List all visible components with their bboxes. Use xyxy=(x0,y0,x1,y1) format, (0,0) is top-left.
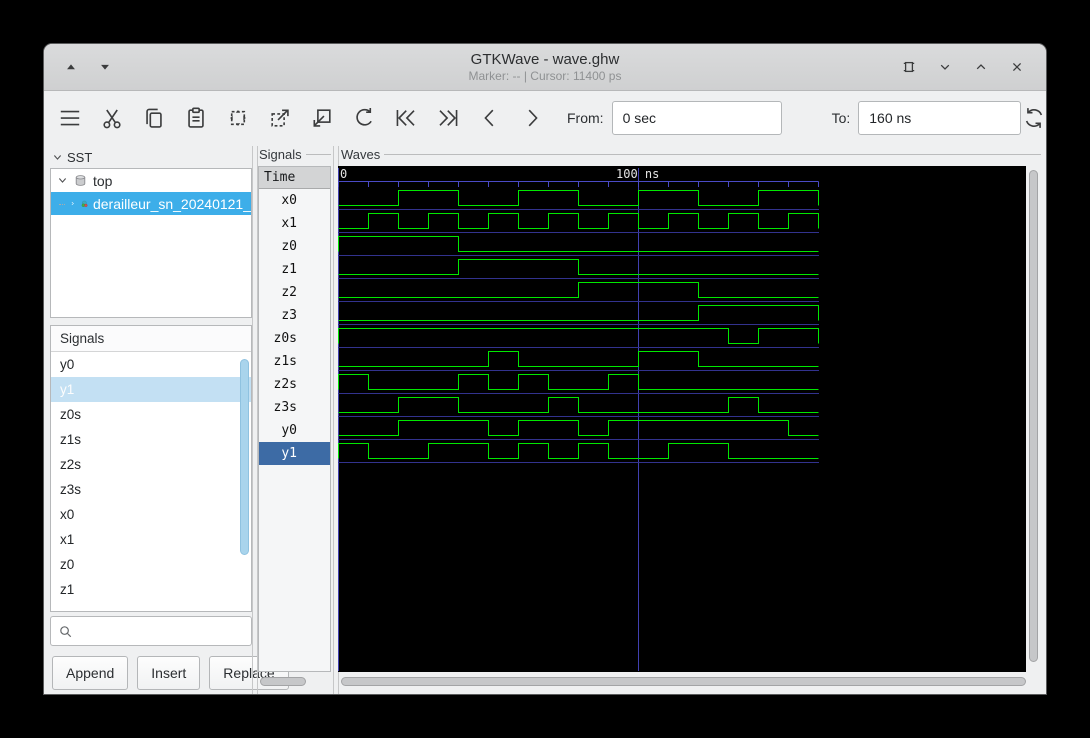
signal-list-header: Signals xyxy=(51,326,251,352)
search-input[interactable] xyxy=(78,622,251,640)
list-item-z2s[interactable]: z2s xyxy=(51,452,251,477)
shade-up-icon[interactable] xyxy=(60,56,82,78)
list-item-z1[interactable]: z1 xyxy=(51,577,251,602)
waveform-trace-z0s xyxy=(337,327,820,345)
signal-list-scrollbar[interactable] xyxy=(240,359,249,555)
fast-left-icon[interactable] xyxy=(393,104,419,132)
wave-signal-row-z3[interactable]: z3 xyxy=(259,304,330,327)
signal-search-box xyxy=(50,616,252,646)
list-item-y0[interactable]: y0 xyxy=(51,352,251,377)
timescale-label: 100 ns xyxy=(616,167,659,181)
maximize-icon[interactable] xyxy=(970,56,992,78)
zoom-undo-icon[interactable] xyxy=(351,104,377,132)
waveform-trace-z1 xyxy=(338,258,819,276)
list-item-y1[interactable]: y1 xyxy=(51,377,251,402)
timescale-label: 0 xyxy=(340,167,347,181)
cut-icon[interactable] xyxy=(99,104,125,132)
list-item-z0s[interactable]: z0s xyxy=(51,402,251,427)
wave-signal-row-z2s[interactable]: z2s xyxy=(259,373,330,396)
wave-signal-names: Time x0 x1 z0 z1 z2 z3 z0s z1s z2s z3s y0 y1 xyxy=(258,166,331,672)
chevron-down-icon[interactable] xyxy=(57,175,68,186)
to-input[interactable] xyxy=(858,101,1022,135)
copy-icon[interactable] xyxy=(141,104,167,132)
tree-row-derailleur[interactable]: derailleur_sn_20240121_ xyxy=(51,192,251,215)
waveform-trace-x0 xyxy=(338,189,820,207)
waves-vscrollbar[interactable] xyxy=(1028,168,1039,668)
tree-connector xyxy=(59,203,66,205)
wave-signal-row-x1[interactable]: x1 xyxy=(259,212,330,235)
waveform-trace-z2 xyxy=(338,281,819,299)
waveform-canvas[interactable]: 0 100 ns xyxy=(337,166,1026,672)
append-button[interactable]: Append xyxy=(52,656,129,690)
paste-icon[interactable] xyxy=(183,104,209,132)
list-item-x0[interactable]: x0 xyxy=(51,502,251,527)
waveform-trace-z2s xyxy=(337,373,819,391)
waveform-trace-z3 xyxy=(338,304,820,322)
waves-frame-label: Waves xyxy=(341,147,1041,162)
waveform-trace-y1 xyxy=(337,442,819,460)
waves-hscrollbar[interactable] xyxy=(341,676,1026,687)
to-label: To: xyxy=(831,110,851,126)
database-icon xyxy=(75,175,86,186)
wave-signal-row-y1[interactable]: y1 xyxy=(259,442,330,465)
zoom-fit-icon[interactable] xyxy=(225,104,251,132)
sst-expander[interactable]: SST xyxy=(52,150,92,165)
component-icon xyxy=(81,200,88,207)
signals-frame-label: Signals xyxy=(259,147,331,162)
shade-down-icon[interactable] xyxy=(94,56,116,78)
waveform-trace-z0 xyxy=(337,235,819,253)
left-icon[interactable] xyxy=(477,104,503,132)
marker-cursor-status: Marker: -- | Cursor: 11400 ps xyxy=(468,69,622,83)
waveform-trace-y0 xyxy=(338,419,819,437)
waveform-trace-z3s xyxy=(338,396,819,414)
list-item-z1s[interactable]: z1s xyxy=(51,427,251,452)
zoom-out-icon[interactable] xyxy=(309,104,335,132)
wave-signal-row-z0[interactable]: z0 xyxy=(259,235,330,258)
chevron-right-icon[interactable] xyxy=(70,198,75,209)
titlebar-titles: GTKWave - wave.ghw Marker: -- | Cursor: … xyxy=(44,44,1046,90)
wave-signal-row-z1[interactable]: z1 xyxy=(259,258,330,281)
sst-header-label: SST xyxy=(67,150,93,165)
insert-button[interactable]: Insert xyxy=(137,656,201,690)
window-title: GTKWave - wave.ghw xyxy=(470,51,620,68)
zoom-in-icon[interactable] xyxy=(267,104,293,132)
sst-tree: top derailleur_sn_20240121_ xyxy=(50,168,252,318)
wave-signal-row-z1s[interactable]: z1s xyxy=(259,350,330,373)
wave-signal-row-z2[interactable]: z2 xyxy=(259,281,330,304)
titlebar-left-buttons xyxy=(60,56,116,78)
list-item-z0[interactable]: z0 xyxy=(51,552,251,577)
tree-item-label: top xyxy=(93,172,113,189)
waveform-trace-z1s xyxy=(338,350,819,368)
minimize-icon[interactable] xyxy=(934,56,956,78)
screenshot-stage: GTKWave - wave.ghw Marker: -- | Cursor: … xyxy=(0,0,1090,738)
signal-search-results: Signals y0 y1 z0s z1s z2s z3s x0 x1 z0 z1 xyxy=(50,325,252,612)
fast-right-icon[interactable] xyxy=(435,104,461,132)
right-icon[interactable] xyxy=(519,104,545,132)
list-item-z3s[interactable]: z3s xyxy=(51,477,251,502)
wave-signal-row-z3s[interactable]: z3s xyxy=(259,396,330,419)
waveform-trace-x1 xyxy=(338,212,820,230)
keep-above-icon[interactable] xyxy=(898,56,920,78)
from-label: From: xyxy=(567,110,604,126)
menu-icon[interactable] xyxy=(57,104,83,132)
reload-icon[interactable] xyxy=(1021,104,1047,132)
tree-item-label: derailleur_sn_20240121_ xyxy=(92,195,252,212)
search-icon xyxy=(60,625,72,637)
signal-names-hscrollbar[interactable] xyxy=(258,676,331,687)
tree-row-top[interactable]: top xyxy=(51,169,251,192)
wave-signal-row-x0[interactable]: x0 xyxy=(259,189,330,212)
toolbar: From: To: xyxy=(44,90,1046,146)
list-item-x1[interactable]: x1 xyxy=(51,527,251,552)
gtkwave-window: GTKWave - wave.ghw Marker: -- | Cursor: … xyxy=(44,44,1046,694)
wave-signal-row-z0s[interactable]: z0s xyxy=(259,327,330,350)
wave-signal-row-y0[interactable]: y0 xyxy=(259,419,330,442)
time-header[interactable]: Time xyxy=(259,167,330,189)
main-area: SST top derailleur_sn_20240121_ Signals … xyxy=(44,146,1046,694)
close-icon[interactable] xyxy=(1006,56,1028,78)
titlebar: GTKWave - wave.ghw Marker: -- | Cursor: … xyxy=(44,44,1046,91)
from-input[interactable] xyxy=(611,101,782,135)
window-controls xyxy=(898,56,1028,78)
